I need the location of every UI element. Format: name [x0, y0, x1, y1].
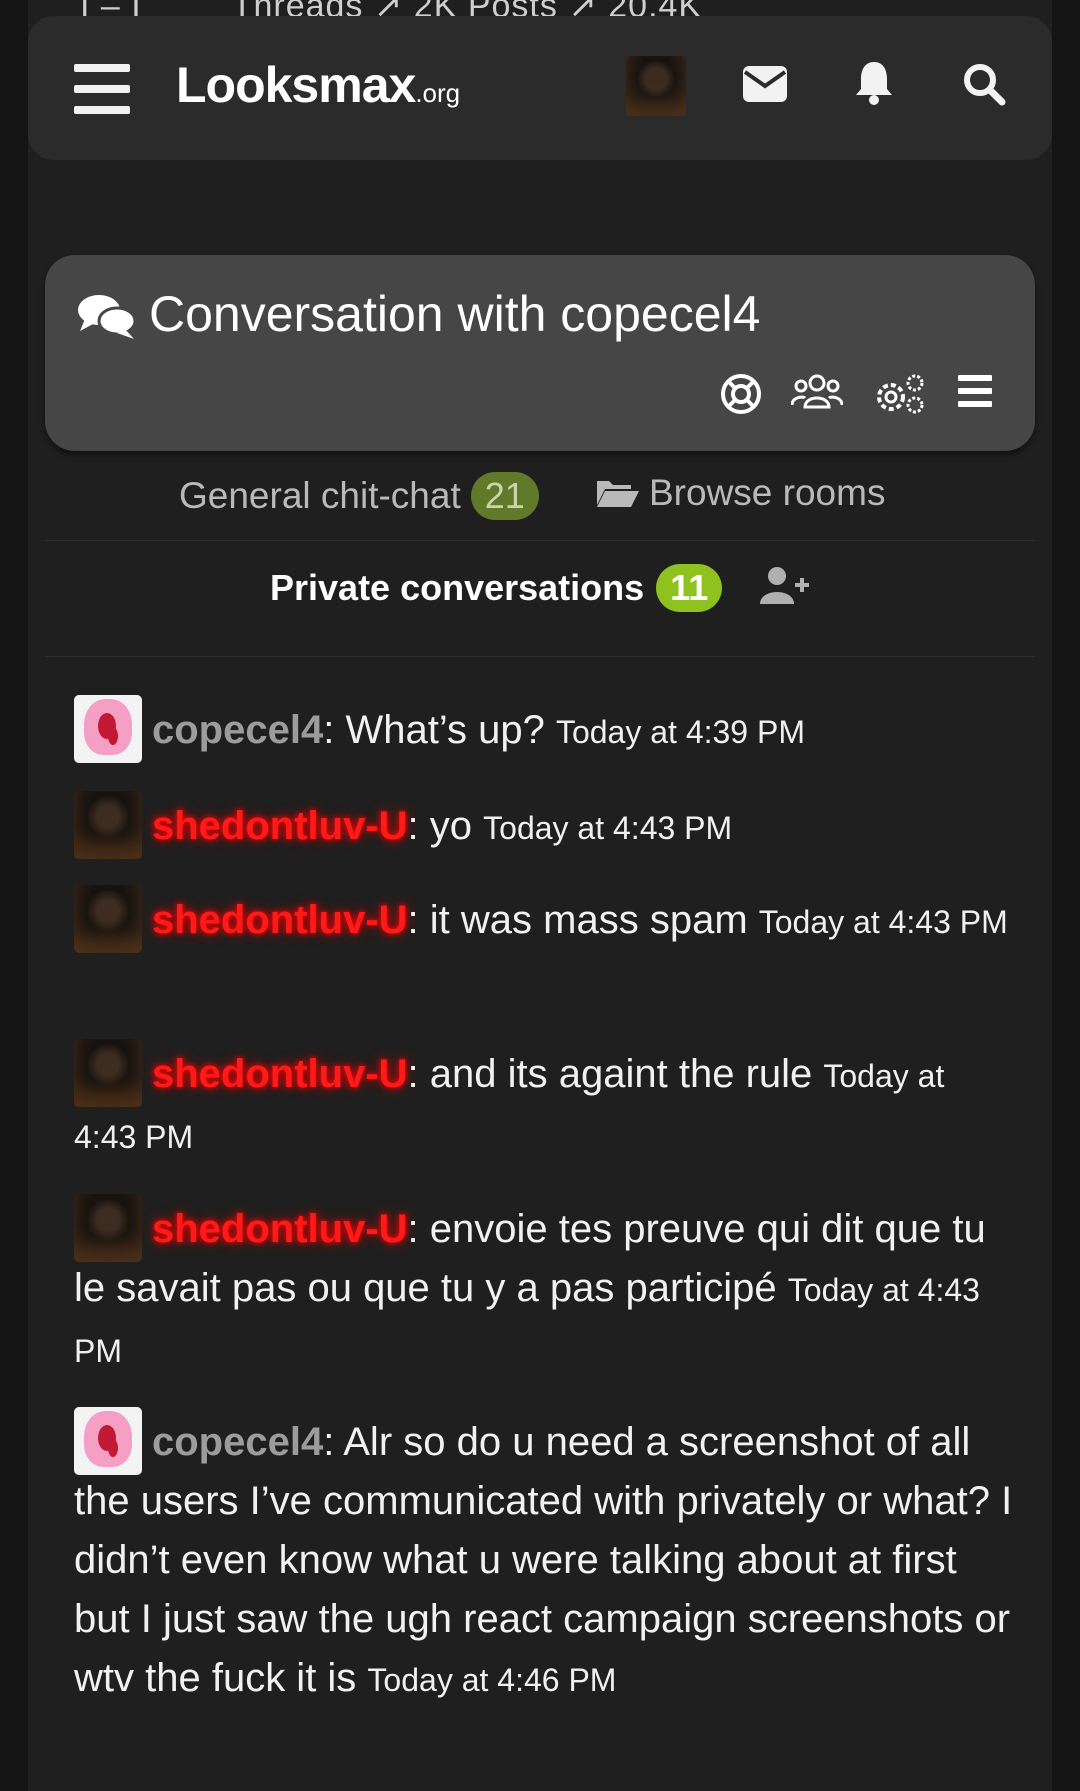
message-text: and its againt the rule [429, 1052, 824, 1096]
logo-suffix: .org [415, 78, 461, 108]
chat-message: shedontluv-U: envoie tes preuve qui dit … [74, 1194, 1014, 1381]
tab-general-chit-chat[interactable]: General chit-chat 21 [179, 472, 539, 520]
avatar[interactable] [74, 695, 142, 764]
room-tabs: General chit-chat 21 Browse rooms [45, 470, 1035, 541]
browse-rooms-link[interactable]: Browse rooms [595, 472, 885, 514]
message-username[interactable]: shedontluv-U [152, 1207, 408, 1251]
users-icon[interactable] [791, 373, 843, 415]
private-conversations-row: Private conversations 11 [45, 556, 1035, 657]
chat-message: shedontluv-U: and its againt the rule To… [74, 1039, 1014, 1167]
chat-message: shedontluv-U: it was mass spam Today at … [74, 885, 1014, 954]
site-header: Looksmax.org [28, 16, 1052, 160]
tab-private-conversations[interactable]: Private conversations 11 [270, 564, 723, 612]
add-user-icon[interactable] [760, 566, 812, 606]
envelope-icon[interactable] [743, 66, 787, 102]
menu-icon[interactable] [74, 64, 130, 114]
avatar[interactable] [74, 1039, 142, 1108]
private-conversations-label: Private conversations [270, 567, 645, 608]
search-icon[interactable] [962, 62, 1006, 106]
avatar[interactable] [74, 885, 142, 954]
message-username[interactable]: copecel4 [152, 1420, 323, 1464]
message-text: What’s up? [345, 708, 556, 752]
bell-icon[interactable] [854, 60, 894, 106]
chat-message: copecel4: What’s up? Today at 4:39 PM [74, 695, 1014, 764]
options-menu-icon[interactable] [956, 373, 994, 409]
message-timestamp: Today at 4:46 PM [367, 1662, 617, 1698]
avatar[interactable] [626, 56, 686, 116]
lifebuoy-icon[interactable] [720, 373, 762, 415]
avatar[interactable] [74, 791, 142, 860]
avatar[interactable] [74, 1194, 142, 1263]
message-username[interactable]: copecel4 [152, 708, 323, 752]
chat-message: shedontluv-U: yo Today at 4:43 PM [74, 791, 1014, 860]
clipped-stats-line: I – I Threads ↗ 2K Posts ↗ 20.4K [80, 0, 702, 25]
conversation-header: Conversation with copecel4 [45, 255, 1035, 451]
message-timestamp: Today at 4:43 PM [758, 904, 1008, 940]
message-text: it was mass spam [429, 898, 759, 942]
logo-text: Looksmax [176, 57, 416, 113]
folder-open-icon [597, 481, 639, 507]
chat-message: copecel4: Alr so do u need a screenshot … [74, 1407, 1014, 1710]
avatar[interactable] [74, 1407, 142, 1476]
message-username[interactable]: shedontluv-U [152, 1052, 408, 1096]
comments-icon [78, 295, 137, 339]
tab-general-label: General chit-chat [179, 475, 461, 516]
message-username[interactable]: shedontluv-U [152, 804, 408, 848]
page-title: Conversation with copecel4 [149, 286, 761, 342]
message-username[interactable]: shedontluv-U [152, 898, 408, 942]
message-timestamp: Today at 4:39 PM [555, 714, 805, 750]
private-count-badge: 11 [656, 564, 723, 612]
site-logo[interactable]: Looksmax.org [176, 56, 460, 114]
message-timestamp: Today at 4:43 PM [483, 810, 733, 846]
unread-count-badge: 21 [470, 472, 539, 520]
gears-icon[interactable] [873, 373, 927, 415]
browse-rooms-label: Browse rooms [649, 472, 886, 513]
message-text: yo [429, 804, 484, 848]
